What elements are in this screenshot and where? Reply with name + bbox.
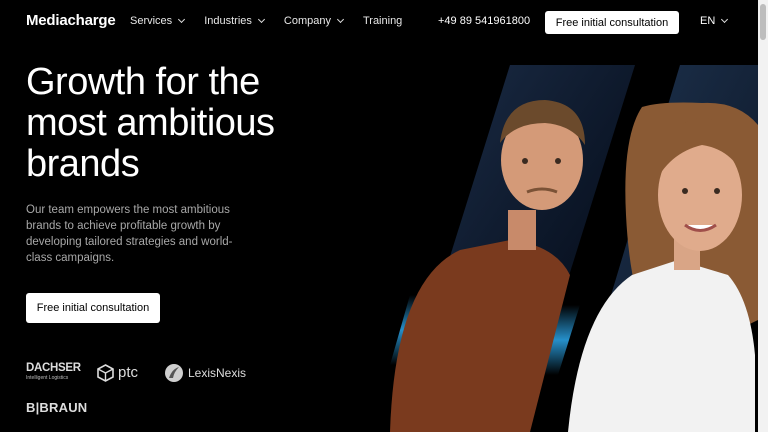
lexisnexis-logo-icon — [165, 364, 183, 382]
phone-link[interactable]: +49 89 541961800 — [438, 15, 530, 27]
hero-title-line: Growth for the — [26, 61, 260, 103]
lexisnexis-logo-text: LexisNexis — [188, 366, 247, 380]
nav-item-label: Services — [130, 15, 173, 27]
dachser-logo-tagline: Intelligent Logistics — [26, 375, 69, 381]
ptc-logo-text: ptc — [118, 364, 139, 381]
nav-item-label: Industries — [204, 15, 252, 27]
nav-item-label: Training — [362, 15, 403, 27]
lexisnexis-logo: LexisNexis — [164, 363, 246, 383]
nav-item-services[interactable]: Services — [130, 15, 186, 27]
hero-consultation-button[interactable]: Free initial consultation — [26, 293, 160, 323]
dachser-logo-name: DACHSER — [26, 362, 81, 374]
hero-photo-illustration — [390, 65, 758, 432]
ptc-logo: ptc — [97, 364, 138, 382]
page-scrollbar[interactable] — [758, 0, 768, 432]
nav-item-company[interactable]: Company — [283, 15, 345, 27]
site-logo[interactable]: Mediacharge — [26, 12, 116, 29]
hero-title: Growth for the most ambitious brands — [26, 62, 366, 185]
chevron-down-icon — [257, 15, 265, 24]
chevron-down-icon — [721, 15, 729, 24]
nav-item-training[interactable]: Training — [363, 15, 402, 27]
hero-title-line: most ambitious — [26, 102, 275, 144]
language-label: EN — [700, 15, 716, 27]
chevron-down-icon — [336, 15, 345, 24]
dachser-logo: DACHSER Intelligent Logistics — [26, 362, 81, 381]
chevron-down-icon — [178, 15, 186, 24]
braun-logo: B|BRAUN — [26, 400, 88, 415]
top-navigation-bar: Mediacharge Services Industries Company … — [0, 0, 758, 44]
hero-description: Our team empowers the most ambitious bra… — [26, 204, 233, 264]
hero-team-photo — [380, 65, 758, 432]
language-selector[interactable]: EN — [700, 15, 729, 27]
header-consultation-button[interactable]: Free initial consultation — [545, 11, 679, 34]
ptc-logo-icon — [97, 364, 114, 382]
nav-item-label: Company — [283, 15, 331, 27]
main-nav: Services Industries Company Training — [130, 15, 422, 27]
nav-item-industries[interactable]: Industries — [204, 15, 265, 27]
scrollbar-thumb[interactable] — [760, 4, 766, 40]
hero-title-line: brands — [26, 143, 140, 185]
